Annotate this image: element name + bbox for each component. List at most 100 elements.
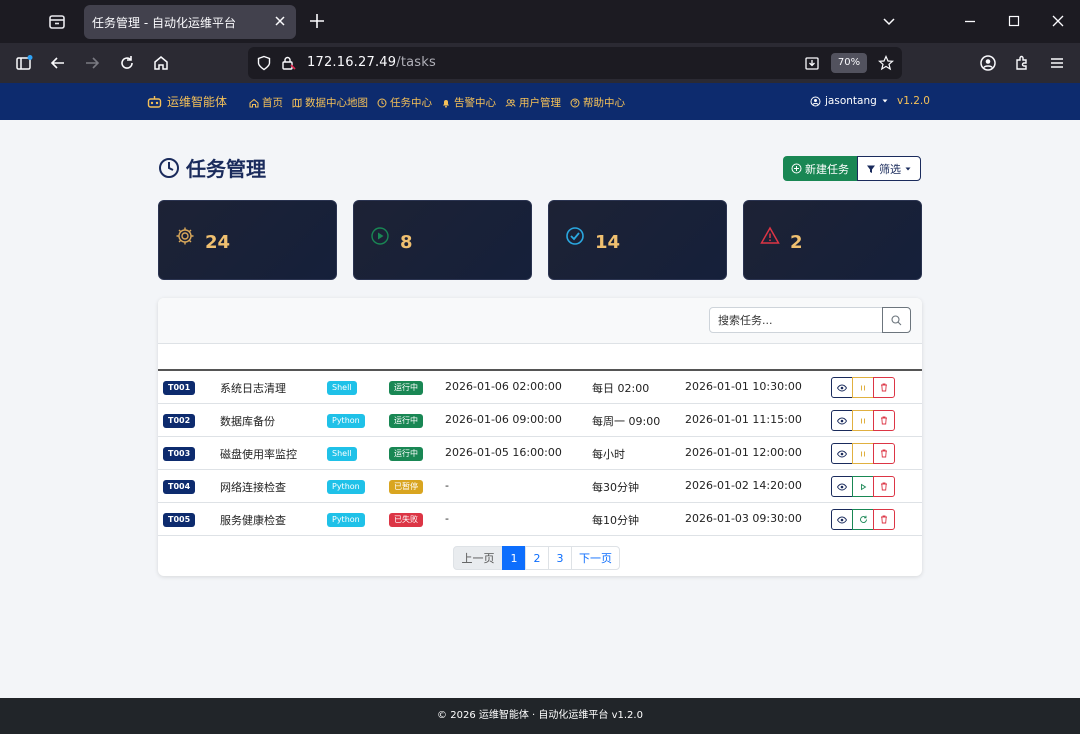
minimize-icon[interactable] <box>962 13 978 29</box>
filter-label: 筛选 <box>879 162 901 176</box>
user-menu-dropdown[interactable]: jasontang <box>810 95 889 107</box>
nav-link-datacenter-map[interactable]: 数据中心地图 <box>292 95 368 110</box>
view-button[interactable] <box>831 509 853 530</box>
maximize-icon[interactable] <box>1006 13 1022 29</box>
trash-icon <box>881 515 887 524</box>
app-navbar: 运维智能体 首页 数据中心地图 任务中心 告警中心 用户管理 帮助中心 jaso… <box>0 83 1080 120</box>
new-task-button[interactable]: 新建任务 <box>783 156 857 181</box>
search-button[interactable] <box>882 307 911 333</box>
page-2-button[interactable]: 2 <box>525 546 549 570</box>
sidebar-icon[interactable] <box>15 54 33 72</box>
nav-link-label: 帮助中心 <box>583 97 625 109</box>
filter-dropdown-button[interactable]: 筛选 <box>857 156 921 181</box>
close-window-icon[interactable] <box>1050 13 1066 29</box>
pause-button[interactable] <box>852 410 874 431</box>
task-created: 2026-01-01 11:15:00 <box>685 413 802 426</box>
view-button[interactable] <box>831 476 853 497</box>
task-created: 2026-01-01 10:30:00 <box>685 380 802 393</box>
table-row: T003 磁盘使用率监控 Shell 运行中 2026-01-05 16:00:… <box>158 437 922 470</box>
menu-hamburger-icon[interactable] <box>1048 54 1066 72</box>
prev-page-button[interactable]: 上一页 <box>453 546 503 570</box>
extensions-icon[interactable] <box>1013 54 1031 72</box>
delete-button[interactable] <box>873 443 895 464</box>
nav-link-help-center[interactable]: 帮助中心 <box>570 95 625 110</box>
nav-link-user-management[interactable]: 用户管理 <box>505 95 561 110</box>
view-button[interactable] <box>831 410 853 431</box>
table-row: T002 数据库备份 Python 运行中 2026-01-06 09:00:0… <box>158 404 922 437</box>
next-page-button[interactable]: 下一页 <box>571 546 620 570</box>
delete-button[interactable] <box>873 509 895 530</box>
tab-list-icon[interactable] <box>46 11 68 33</box>
table-row: T005 服务健康检查 Python 已失败 - 每10分钟 2026-01-0… <box>158 503 922 536</box>
eye-icon <box>837 417 847 424</box>
task-next-run: - <box>445 479 449 492</box>
pause-icon <box>861 418 865 423</box>
row-actions <box>831 509 895 530</box>
nav-link-alert-center[interactable]: 告警中心 <box>441 95 496 110</box>
task-table-card: T001 系统日志清理 Shell 运行中 2026-01-06 02:00:0… <box>158 298 922 576</box>
plus-circle-icon <box>791 163 802 174</box>
task-created: 2026-01-02 14:20:00 <box>685 479 802 492</box>
url-text[interactable]: 172.16.27.49/tasks <box>307 55 436 70</box>
eye-icon <box>837 384 847 391</box>
task-status-badge: 已暂停 <box>389 480 423 494</box>
back-icon[interactable] <box>49 54 67 72</box>
account-icon[interactable] <box>979 54 997 72</box>
new-tab-icon[interactable] <box>308 12 326 30</box>
nav-link-label: 任务中心 <box>390 97 432 109</box>
delete-button[interactable] <box>873 476 895 497</box>
view-button[interactable] <box>831 443 853 464</box>
page-1-button[interactable]: 1 <box>502 546 526 570</box>
pagination: 上一页 1 2 3 下一页 <box>453 546 620 570</box>
retry-button[interactable] <box>852 509 874 530</box>
task-name: 系统日志清理 <box>220 382 286 395</box>
trash-icon <box>881 482 887 491</box>
home-icon[interactable] <box>152 54 170 72</box>
search-input[interactable] <box>709 307 883 333</box>
users-icon <box>505 98 516 107</box>
reload-icon[interactable] <box>118 54 136 72</box>
view-button[interactable] <box>831 377 853 398</box>
check-circle-icon <box>566 227 584 245</box>
nav-link-label: 用户管理 <box>519 97 561 109</box>
stat-value: 24 <box>205 232 231 253</box>
task-id-badge: T002 <box>163 414 196 428</box>
task-created: 2026-01-03 09:30:00 <box>685 512 802 525</box>
screenshot-icon[interactable] <box>804 55 820 75</box>
task-type-badge: Python <box>327 414 365 428</box>
caret-down-icon <box>905 167 911 170</box>
nav-link-home[interactable]: 首页 <box>249 95 283 110</box>
tab-close-icon[interactable] <box>272 13 288 29</box>
user-circle-icon <box>810 96 821 106</box>
zoom-level-button[interactable]: 70% <box>831 53 867 73</box>
row-actions <box>831 443 895 464</box>
pause-button[interactable] <box>852 443 874 464</box>
resume-button[interactable] <box>852 476 874 497</box>
bookmark-star-icon[interactable] <box>877 55 895 75</box>
delete-button[interactable] <box>873 410 895 431</box>
page-3-button[interactable]: 3 <box>548 546 572 570</box>
eye-icon <box>837 450 847 457</box>
forward-icon[interactable] <box>83 54 101 72</box>
brand-logo[interactable]: 运维智能体 <box>147 93 227 110</box>
stat-card-running: 8 <box>353 200 532 280</box>
browser-tab[interactable]: 任务管理 - 自动化运维平台 <box>84 5 296 39</box>
app-version: v1.2.0 <box>897 95 930 107</box>
delete-button[interactable] <box>873 377 895 398</box>
stat-card-total: 24 <box>158 200 337 280</box>
address-bar[interactable]: 172.16.27.49/tasks 70% <box>248 47 902 79</box>
home-icon <box>249 98 259 107</box>
robot-icon <box>147 95 162 108</box>
task-created: 2026-01-01 12:00:00 <box>685 446 802 459</box>
pause-button[interactable] <box>852 377 874 398</box>
insecure-lock-icon[interactable] <box>280 55 296 75</box>
play-icon <box>861 483 867 490</box>
nav-link-task-center[interactable]: 任务中心 <box>377 95 432 110</box>
task-name: 网络连接检查 <box>220 481 286 494</box>
clock-icon <box>159 157 179 178</box>
new-task-label: 新建任务 <box>805 162 849 176</box>
shield-icon[interactable] <box>256 55 272 75</box>
task-name: 服务健康检查 <box>220 514 286 527</box>
bell-icon <box>443 99 449 108</box>
tab-overflow-chevron-icon[interactable] <box>881 13 897 29</box>
